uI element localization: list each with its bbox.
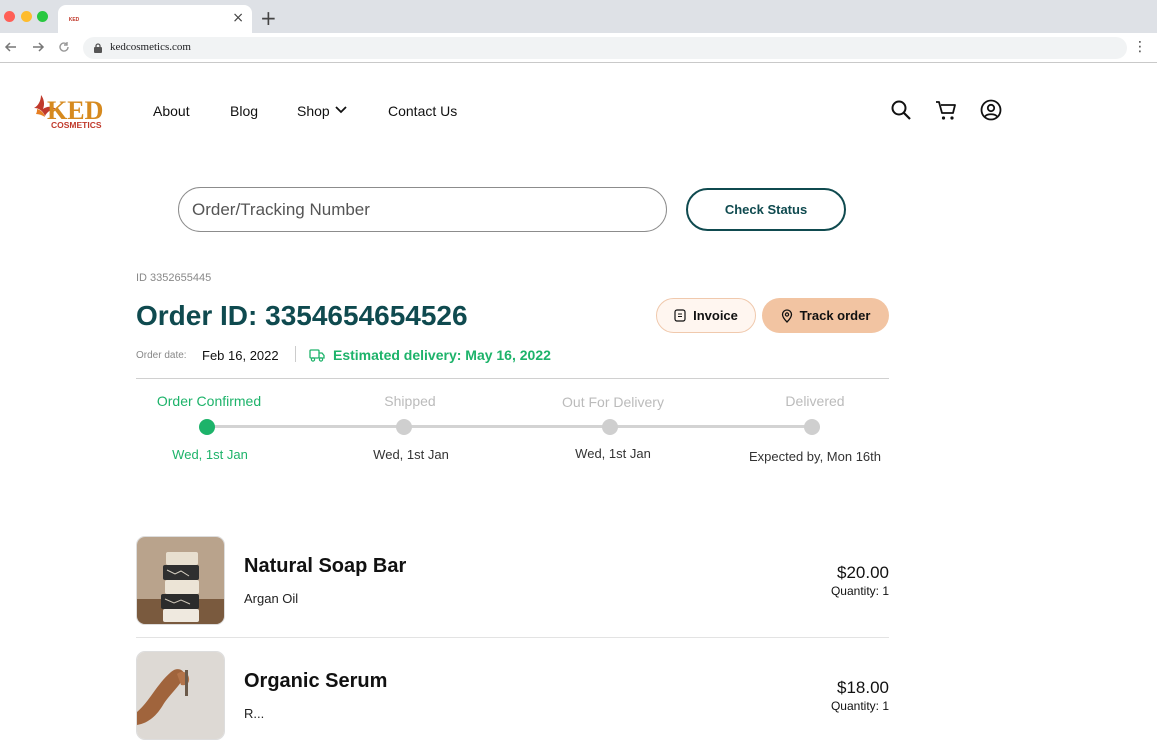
nav-about[interactable]: About [153,103,190,119]
lock-icon [94,43,102,53]
order-date-value: Feb 16, 2022 [202,348,279,363]
serum-photo [137,652,224,739]
check-status-button[interactable]: Check Status [686,188,846,231]
step-date: Wed, 1st Jan [575,446,651,461]
step-name: Delivered [785,393,845,409]
step-dot [396,419,412,435]
window-minimize-control[interactable] [21,11,32,22]
nav-shop[interactable]: Shop [297,103,330,119]
browser-tab-bar: KED × + [0,0,1157,33]
favicon-icon: KED [68,14,80,24]
track-order-button[interactable]: Track order [762,298,889,333]
reload-icon[interactable] [57,40,71,54]
step-name: Shipped [384,393,436,409]
nav-blog[interactable]: Blog [230,103,258,119]
item-divider [136,637,889,638]
step-date: Expected by, Mon 16th [748,449,882,464]
window-close-control[interactable] [4,11,15,22]
logo-subtext: COSMETICS [51,120,102,130]
item-name[interactable]: Natural Soap Bar [244,555,406,578]
secondary-order-id: ID 3352655445 [136,272,212,284]
step-dot [602,419,618,435]
estimated-delivery: Estimated delivery: May 16, 2022 [333,347,551,363]
order-date-label: Order date: [136,350,187,361]
nav-contact-us[interactable]: Contact Us [388,103,457,119]
order-tracking-input[interactable] [178,187,667,232]
chevron-down-icon[interactable] [334,105,348,115]
url-field[interactable]: kedcosmetics.com [83,37,1127,59]
step-date: Wed, 1st Jan [373,447,449,462]
svg-text:KED: KED [69,17,80,23]
step-date: Wed, 1st Jan [172,447,248,462]
order-title: Order ID: 3354654654526 [136,300,468,331]
browser-menu-icon[interactable]: ⋮ [1133,39,1147,55]
soap-bar-photo [137,537,224,624]
ked-cosmetics-logo[interactable]: KED COSMETICS [33,91,105,131]
divider [295,346,296,362]
new-tab-icon[interactable]: + [260,6,277,30]
track-order-label: Track order [799,308,871,323]
item-variant: R... [244,706,265,721]
cart-icon[interactable] [935,99,957,121]
item-name[interactable]: Organic Serum [244,670,387,693]
invoice-button[interactable]: Invoice [656,298,756,333]
invoice-label: Invoice [693,308,738,323]
step-name: Order Confirmed [156,393,262,409]
forward-arrow-icon[interactable] [31,40,45,54]
progress-track [207,425,812,428]
item-price: $18.00 [837,678,889,697]
url-text: kedcosmetics.com [110,41,191,53]
browser-tab[interactable]: KED × [58,5,252,33]
location-pin-icon [781,308,792,323]
item-variant: Argan Oil [244,591,299,606]
step-name: Out For Delivery [562,394,664,410]
back-arrow-icon[interactable] [4,40,18,54]
tab-close-icon[interactable]: × [232,10,244,26]
search-icon[interactable] [890,99,912,121]
product-image[interactable] [136,651,225,740]
item-quantity: Quantity: 1 [830,584,889,598]
section-divider [136,378,889,379]
invoice-icon [674,309,686,322]
item-price: $20.00 [837,563,889,582]
step-dot [804,419,820,435]
delivery-truck-icon [309,349,325,362]
user-account-icon[interactable] [980,99,1002,121]
step-dot [199,419,215,435]
product-image[interactable] [136,536,225,625]
browser-address-bar: kedcosmetics.com ⋮ [0,33,1157,63]
window-maximize-control[interactable] [37,11,48,22]
